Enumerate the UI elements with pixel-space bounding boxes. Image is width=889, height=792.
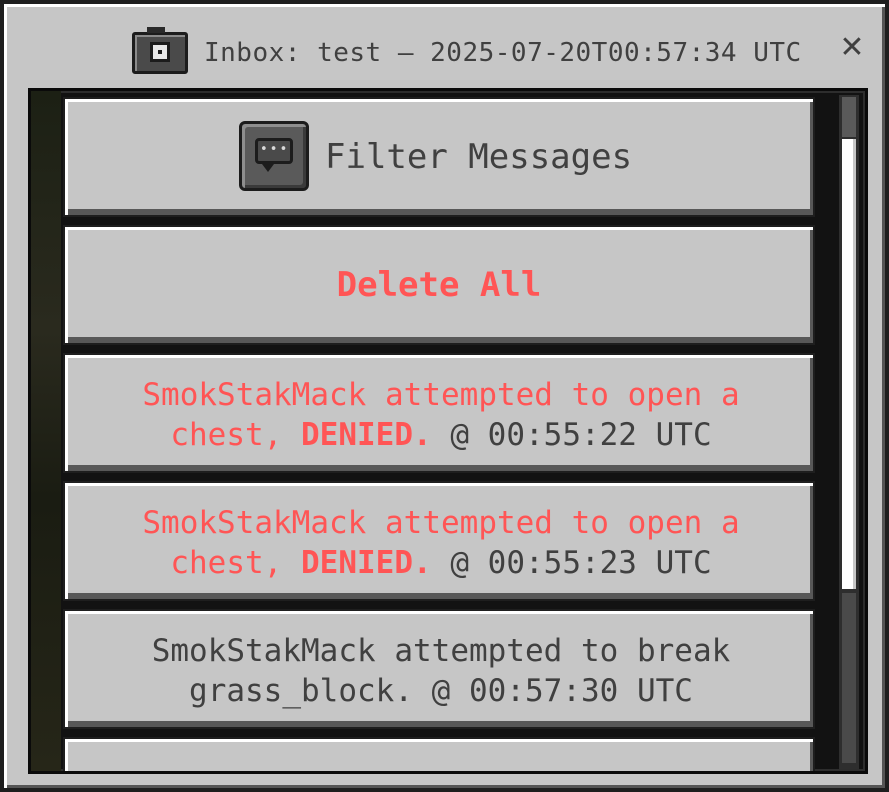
message-item[interactable]: SmokStakMack attempted to open a chest, … [63, 353, 815, 473]
message-item[interactable]: SmokStakMack attempted to open a chest, … [63, 481, 815, 601]
message-text: SmokStakMack attempted to open a chest, … [142, 505, 740, 581]
window-title: Inbox: test – 2025-07-20T00:57:34 UTC [204, 38, 802, 68]
delete-all-button[interactable]: Delete All [63, 225, 815, 345]
chat-bubble-icon [239, 121, 309, 191]
background-scenery [31, 91, 61, 771]
scroll-track [842, 97, 856, 137]
close-button[interactable]: ✕ [836, 32, 868, 64]
message-text: SmokStakMack attempted to break grass_bl… [151, 633, 731, 709]
scroll-track [842, 593, 856, 763]
denied-status: DENIED. [301, 545, 432, 581]
inbox-window: Inbox: test – 2025-07-20T00:57:34 UTC ✕ … [0, 0, 889, 792]
scrollbar[interactable] [839, 95, 859, 769]
message-list: Filter Messages Delete All SmokStakMack … [28, 88, 868, 774]
delete-all-label: Delete All [336, 265, 542, 305]
denied-status: DENIED. [301, 417, 432, 453]
message-item[interactable] [63, 737, 815, 771]
camera-icon [132, 27, 188, 74]
scroll-thumb[interactable] [842, 139, 856, 589]
filter-messages-label: Filter Messages [325, 137, 633, 177]
message-timestamp: @ 00:55:23 UTC [431, 545, 712, 581]
filter-messages-button[interactable]: Filter Messages [63, 97, 815, 217]
message-timestamp: @ 00:55:22 UTC [431, 417, 712, 453]
message-text: SmokStakMack attempted to open a chest, … [142, 377, 740, 453]
message-item[interactable]: SmokStakMack attempted to break grass_bl… [63, 609, 815, 729]
title-bar: Inbox: test – 2025-07-20T00:57:34 UTC ✕ [14, 14, 876, 86]
